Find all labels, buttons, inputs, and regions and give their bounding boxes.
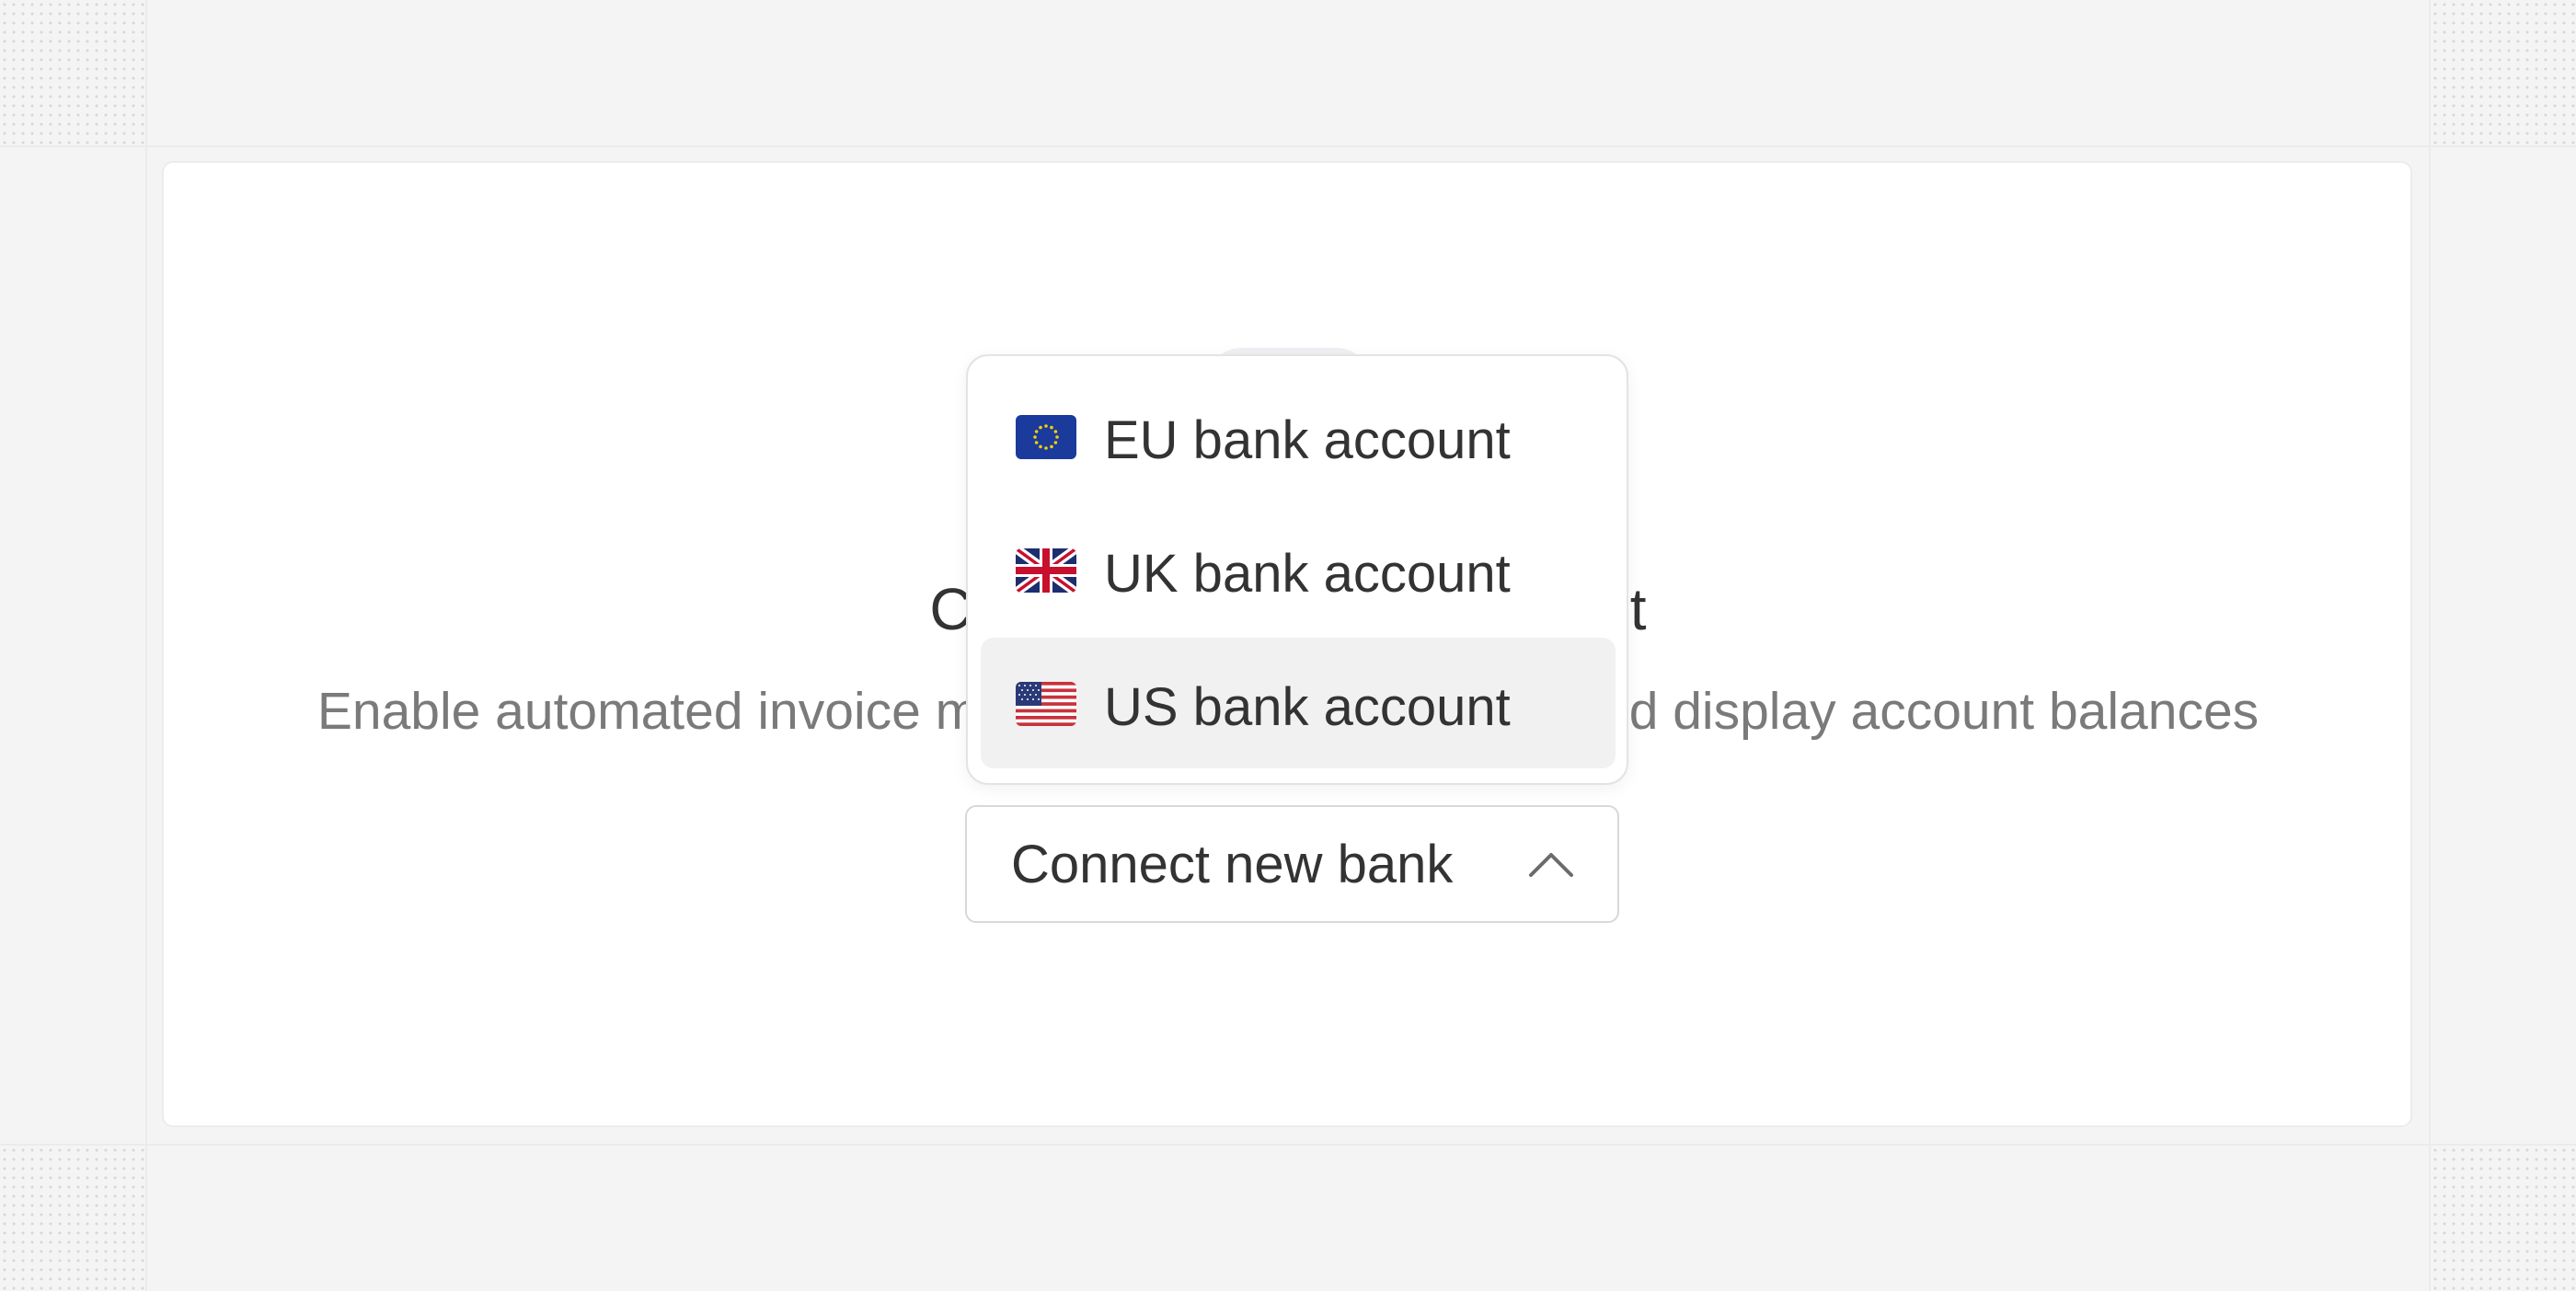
menu-item-eu-bank-account[interactable]: EU bank account — [981, 371, 1616, 501]
menu-item-label: EU bank account — [1104, 410, 1511, 470]
menu-item-us-bank-account[interactable]: US bank account — [981, 638, 1616, 768]
connect-new-bank-button[interactable]: Connect new bank — [965, 805, 1619, 923]
page: Connect your bank account Enable automat… — [0, 0, 2576, 1291]
frame-rail-right — [2429, 0, 2431, 1291]
menu-item-label: US bank account — [1104, 677, 1511, 737]
menu-item-uk-bank-account[interactable]: UK bank account — [981, 504, 1616, 635]
us-flag-icon — [1016, 682, 1076, 726]
uk-flag-icon — [1016, 548, 1076, 593]
menu-item-label: UK bank account — [1104, 544, 1511, 604]
chevron-up-icon — [1529, 853, 1573, 877]
corner-dots-bottom-left — [0, 1146, 145, 1291]
corner-dots-top-left — [0, 0, 145, 145]
corner-dots-bottom-right — [2431, 1146, 2576, 1291]
frame-rail-left — [145, 0, 147, 1291]
bank-type-dropdown: EU bank account UK bank account US bank … — [966, 354, 1628, 785]
corner-dots-top-right — [2431, 0, 2576, 145]
eu-flag-icon — [1016, 415, 1076, 459]
frame-rail-bottom — [0, 1144, 2576, 1146]
connect-new-bank-label: Connect new bank — [1011, 834, 1454, 894]
frame-rail-top — [0, 145, 2576, 147]
